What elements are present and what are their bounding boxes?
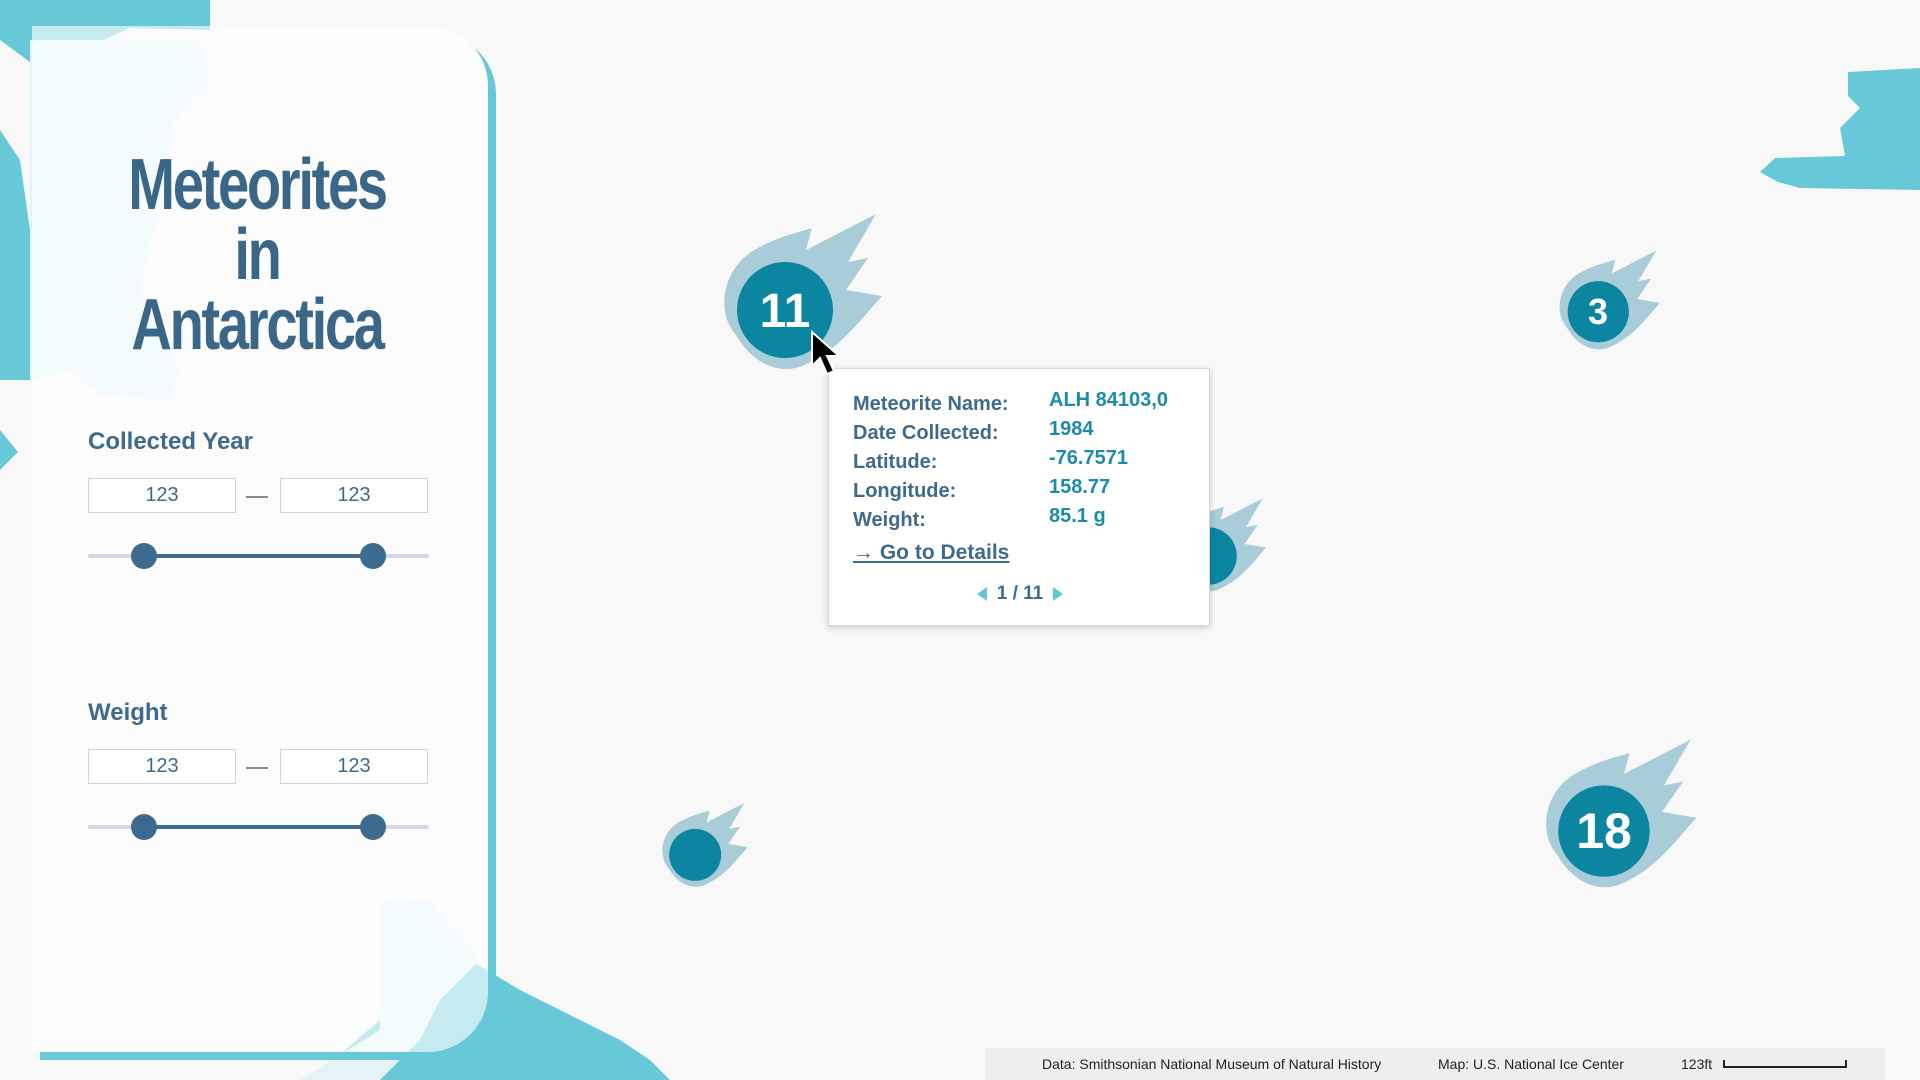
- collected-year-max-handle[interactable]: [360, 543, 386, 569]
- popup-key: Latitude:: [853, 451, 938, 473]
- data-credit: Data: Smithsonian National Museum of Nat…: [1042, 1056, 1382, 1072]
- meteorite-cluster-marker[interactable]: 11: [720, 210, 890, 370]
- collected-year-slider[interactable]: [88, 543, 429, 569]
- cluster-count: 11: [759, 285, 811, 338]
- popup-key: Weight:: [853, 509, 926, 531]
- ice-shape-topright: [1760, 68, 1920, 190]
- scale-bar: [1723, 1060, 1847, 1068]
- weight-max-input[interactable]: 123: [280, 749, 428, 784]
- go-to-details-link[interactable]: → Go to Details: [853, 541, 1009, 565]
- collected-year-max-input[interactable]: 123: [280, 478, 428, 513]
- meteorite-cluster-marker[interactable]: 3: [1556, 248, 1666, 350]
- popup-pager: 1 / 11: [829, 583, 1211, 605]
- page-title: Meteorites in Antarctica: [121, 145, 394, 365]
- popup-value: 158.77: [1049, 476, 1111, 498]
- ice-shape-leftedge: [0, 130, 30, 380]
- ice-shape-leftnotch: [0, 430, 18, 470]
- collected-year-min-handle[interactable]: [131, 543, 157, 569]
- popup-value: -76.7571: [1049, 447, 1128, 469]
- popup-value: 1984: [1049, 418, 1094, 440]
- mouse-cursor-icon: [811, 330, 842, 376]
- title-line-2: in Antarctica: [131, 215, 385, 365]
- cluster-count: 18: [1576, 803, 1632, 859]
- pager-count: 1 / 11: [996, 583, 1044, 604]
- popup-value: ALH 84103,0: [1049, 389, 1168, 411]
- weight-label: Weight: [88, 699, 168, 726]
- weight-slider[interactable]: [88, 814, 429, 840]
- previous-arrow-icon[interactable]: [976, 586, 987, 601]
- attribution-bar: Data: Smithsonian National Museum of Nat…: [985, 1048, 1885, 1080]
- popup-key: Longitude:: [853, 480, 957, 502]
- popup-key: Meteorite Name:: [853, 393, 1009, 415]
- map-stage[interactable]: Meteorites in Antarctica Collected Year …: [0, 0, 1920, 1080]
- popup-key: Date Collected:: [853, 422, 999, 444]
- weight-slider-range: [144, 825, 373, 829]
- meteorite-info-popup: Meteorite Name: ALH 84103,0 Date Collect…: [828, 368, 1210, 626]
- collected-year-label: Collected Year: [88, 428, 253, 455]
- range-separator: [246, 767, 268, 769]
- weight-max-handle[interactable]: [360, 814, 386, 840]
- weight-min-handle[interactable]: [131, 814, 157, 840]
- meteorite-marker[interactable]: [660, 800, 752, 888]
- cluster-count: 3: [1587, 291, 1609, 332]
- range-separator: [246, 496, 268, 498]
- meteor-icon: [662, 802, 748, 887]
- collected-year-min-input[interactable]: 123: [88, 478, 236, 513]
- map-credit: Map: U.S. National Ice Center: [1438, 1056, 1624, 1072]
- scale-label: 123ft: [1681, 1056, 1713, 1072]
- weight-min-input[interactable]: 123: [88, 749, 236, 784]
- next-arrow-icon[interactable]: [1053, 586, 1064, 601]
- collected-year-slider-range: [144, 554, 373, 558]
- meteorite-cluster-marker[interactable]: 18: [1542, 734, 1704, 890]
- title-line-1: Meteorites: [128, 145, 388, 225]
- popup-value: 85.1 g: [1049, 505, 1106, 527]
